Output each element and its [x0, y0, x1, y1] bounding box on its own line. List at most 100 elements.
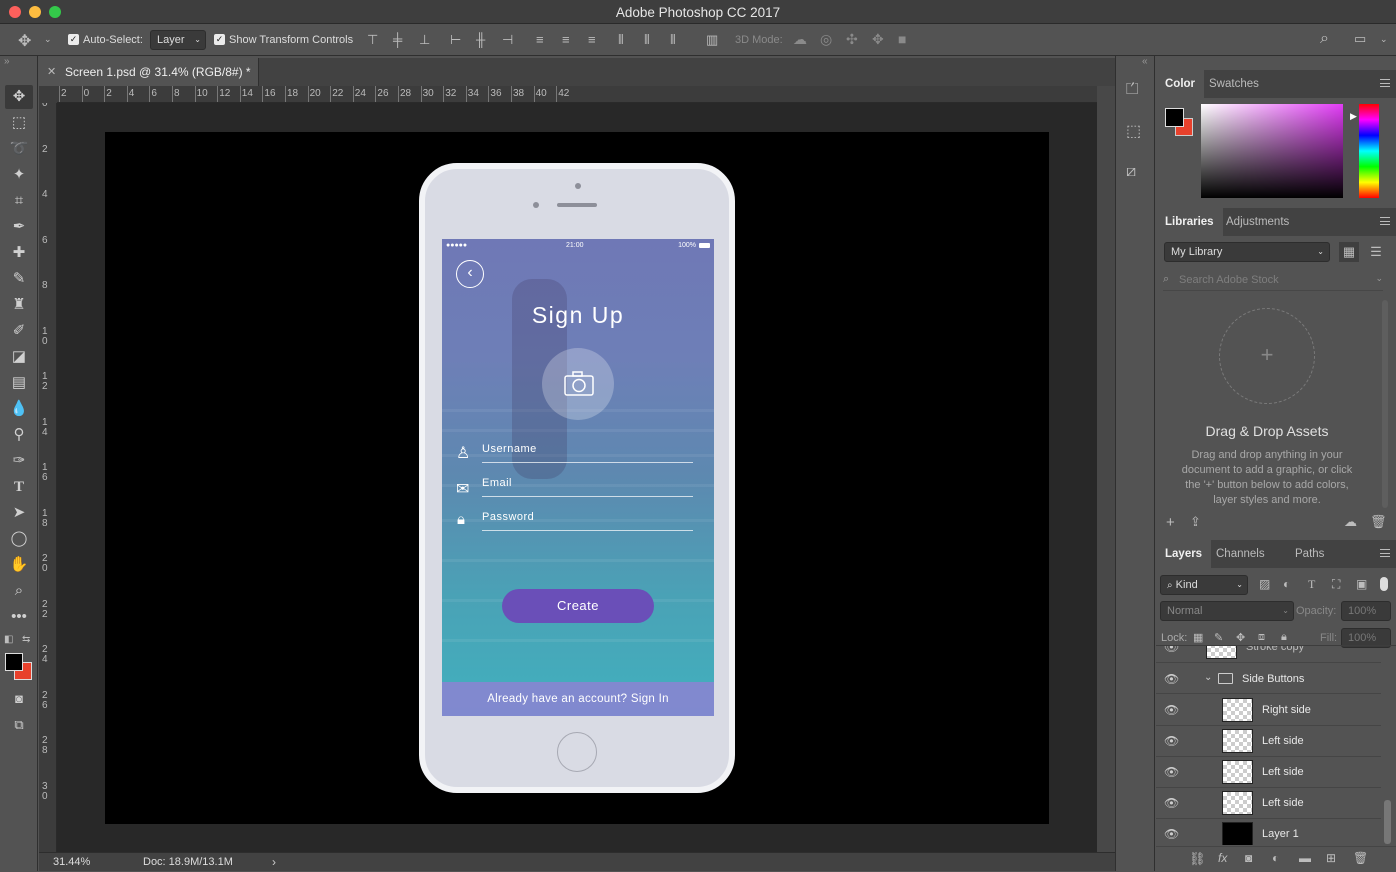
distribute-right-icon[interactable]: ⦀ — [670, 32, 676, 48]
blend-mode-dropdown[interactable]: Normal ⌄ — [1160, 601, 1294, 621]
distribute-top-icon[interactable]: ≡ — [536, 32, 544, 47]
lock-position-icon[interactable]: ✥ — [1236, 631, 1245, 644]
upload-icon[interactable]: ⇪ — [1190, 514, 1201, 530]
ellipse-tool-icon[interactable]: ◯ — [5, 527, 33, 551]
lock-artboard-icon[interactable]: ⧈ — [1258, 631, 1265, 644]
dodge-tool-icon[interactable]: ⚲ — [5, 423, 33, 447]
add-mask-icon[interactable]: ◙ — [1245, 851, 1252, 865]
link-layers-icon[interactable]: ⛓ — [1189, 851, 1206, 867]
foreground-color-swatch[interactable] — [5, 653, 23, 671]
tab-paths[interactable]: Paths — [1286, 540, 1333, 568]
crop-tool-icon[interactable]: ⌗ — [5, 189, 33, 213]
lock-all-icon[interactable]: 🔒︎ — [1281, 631, 1287, 644]
zoom-level[interactable]: 31.44% — [53, 853, 90, 872]
trash-icon[interactable]: 🗑︎ — [1370, 514, 1387, 530]
lasso-tool-icon[interactable]: ➰ — [5, 137, 33, 161]
layer-filter-dropdown[interactable]: ⌕ Kind ⌄ — [1160, 575, 1248, 595]
tab-layers[interactable]: Layers — [1156, 540, 1212, 568]
new-group-icon[interactable]: ▬ — [1299, 851, 1311, 865]
align-hcenter-icon[interactable]: ╫ — [476, 32, 485, 47]
list-view-icon[interactable]: ☰ — [1366, 242, 1386, 262]
3d-roll-icon[interactable]: ◎ — [820, 31, 832, 48]
gradient-tool-icon[interactable]: ▤ — [5, 371, 33, 395]
brush-tool-icon[interactable]: ✎ — [5, 267, 33, 291]
zoom-tool-icon[interactable]: ⌕ — [5, 579, 33, 603]
3d-orbit-icon[interactable]: ☁ — [793, 31, 807, 48]
visibility-eye-icon[interactable]: 👁︎ — [1164, 734, 1179, 748]
marquee-tool-icon[interactable]: ⬚ — [5, 111, 33, 135]
libraries-scrollbar[interactable] — [1382, 300, 1388, 508]
vertical-scrollbar[interactable] — [1097, 86, 1115, 852]
stock-search-field[interactable]: ⌕ Search Adobe Stock ⌄ — [1163, 271, 1383, 291]
expand-panels-icon[interactable]: « — [1142, 56, 1148, 67]
workspace-icon[interactable]: ▭ — [1354, 31, 1366, 47]
hand-tool-icon[interactable]: ✋ — [5, 553, 33, 577]
layer-row[interactable]: 👁︎ Left side — [1156, 788, 1381, 819]
add-asset-icon[interactable]: + — [1166, 514, 1175, 531]
move-tool-icon[interactable]: ✥ — [5, 85, 33, 109]
visibility-eye-icon[interactable]: 👁︎ — [1164, 672, 1179, 686]
adjustment-layer-icon[interactable]: ◐ — [1272, 851, 1279, 865]
properties-panel-icon[interactable]: ⧄ — [1126, 163, 1136, 181]
quick-mask-icon[interactable]: ◙ — [5, 687, 33, 711]
opacity-field[interactable]: 100% — [1341, 601, 1391, 621]
close-tab-icon[interactable]: ✕ — [47, 58, 56, 86]
type-tool-icon[interactable]: T — [5, 475, 33, 499]
3d-camera-icon[interactable]: ■ — [898, 31, 906, 47]
align-right-icon[interactable]: ⊣ — [502, 32, 513, 48]
visibility-eye-icon[interactable]: 👁︎ — [1164, 646, 1179, 654]
move-tool-icon[interactable]: ✥ — [18, 31, 31, 51]
distribute-vcenter-icon[interactable]: ≡ — [562, 32, 570, 47]
align-left-icon[interactable]: ⊢ — [450, 32, 461, 48]
blur-tool-icon[interactable]: 💧 — [5, 397, 33, 421]
3d-slide-icon[interactable]: ✥ — [872, 31, 884, 48]
tab-libraries[interactable]: Libraries — [1156, 208, 1223, 236]
color-picker-field[interactable] — [1201, 104, 1343, 198]
filter-toggle[interactable] — [1380, 577, 1388, 591]
3d-panel-icon[interactable]: ⬚ — [1126, 121, 1141, 141]
hue-slider[interactable] — [1359, 104, 1379, 198]
more-tools-icon[interactable]: ••• — [5, 605, 33, 629]
distribute-left-icon[interactable]: ⦀ — [618, 32, 624, 48]
healing-brush-tool-icon[interactable]: ✚ — [5, 241, 33, 265]
foreground-swatch[interactable] — [1165, 108, 1184, 127]
distribute-hcenter-icon[interactable]: ⦀ — [644, 32, 650, 48]
eyedropper-tool-icon[interactable]: ✒ — [5, 215, 33, 239]
grid-view-icon[interactable]: ▦ — [1339, 242, 1359, 262]
align-vcenter-icon[interactable]: ╪ — [393, 32, 402, 47]
layer-row[interactable]: 👁︎ Left side — [1156, 757, 1381, 788]
panel-menu-icon[interactable] — [1380, 549, 1390, 557]
visibility-eye-icon[interactable]: 👁︎ — [1164, 703, 1179, 717]
lock-pixels-icon[interactable]: ▦ — [1193, 631, 1203, 644]
visibility-eye-icon[interactable]: 👁︎ — [1164, 827, 1179, 841]
auto-select-dropdown[interactable]: Layer ⌄ — [150, 30, 206, 50]
transform-controls-checkbox[interactable]: ✓ — [214, 34, 225, 45]
layer-group-row[interactable]: 👁︎ ⌄ Side Buttons — [1156, 664, 1381, 694]
workspace-chevron-icon[interactable]: ⌄ — [1380, 34, 1388, 45]
visibility-eye-icon[interactable]: 👁︎ — [1164, 765, 1179, 779]
document-tab[interactable]: ✕ Screen 1.psd @ 31.4% (RGB/8#) * — [39, 58, 259, 86]
tab-color[interactable]: Color — [1156, 70, 1205, 98]
search-icon[interactable]: ⌕ — [1320, 30, 1329, 48]
library-dropdown[interactable]: My Library ⌄ — [1164, 242, 1330, 262]
history-panel-icon[interactable]: ⏍ — [1126, 81, 1138, 99]
swap-colors-icon[interactable]: ⇆ — [22, 634, 30, 645]
drop-zone-plus-icon[interactable]: + — [1219, 308, 1315, 404]
delete-layer-icon[interactable]: 🗑︎ — [1353, 851, 1368, 865]
layer-row[interactable]: 👁︎ Layer 1 — [1156, 819, 1381, 845]
group-chevron-icon[interactable]: ⌄ — [1204, 672, 1212, 683]
panel-menu-icon[interactable] — [1380, 79, 1390, 87]
stamp-tool-icon[interactable]: ♜ — [5, 293, 33, 317]
fx-icon[interactable]: fx — [1218, 851, 1227, 865]
tab-swatches[interactable]: Swatches — [1200, 70, 1268, 98]
layer-row[interactable]: 👁︎ Right side — [1156, 695, 1381, 726]
tool-preset-chevron-icon[interactable]: ⌄ — [44, 34, 52, 45]
vertical-ruler[interactable]: 0 2 4 6 8 10 12 14 16 18 20 22 24 26 28 30 — [39, 103, 57, 852]
magic-wand-tool-icon[interactable]: ✦ — [5, 163, 33, 187]
layers-scrollbar[interactable] — [1384, 800, 1391, 844]
filter-type-icon[interactable]: T — [1308, 577, 1315, 592]
filter-shape-icon[interactable]: ⛶ — [1332, 577, 1340, 592]
eraser-tool-icon[interactable]: ◪ — [5, 345, 33, 369]
align-bottom-icon[interactable]: ⊥ — [419, 32, 430, 48]
collapse-tools-icon[interactable]: » — [4, 56, 10, 67]
